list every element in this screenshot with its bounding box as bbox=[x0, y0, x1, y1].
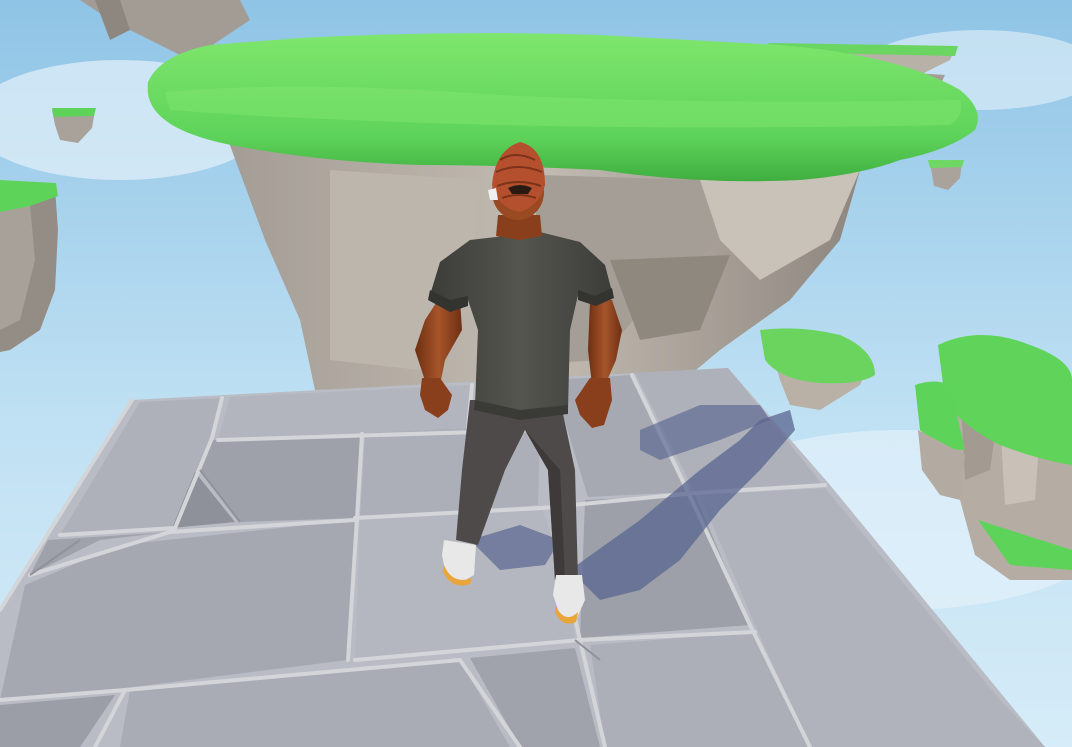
game-viewport[interactable] bbox=[0, 0, 1072, 747]
